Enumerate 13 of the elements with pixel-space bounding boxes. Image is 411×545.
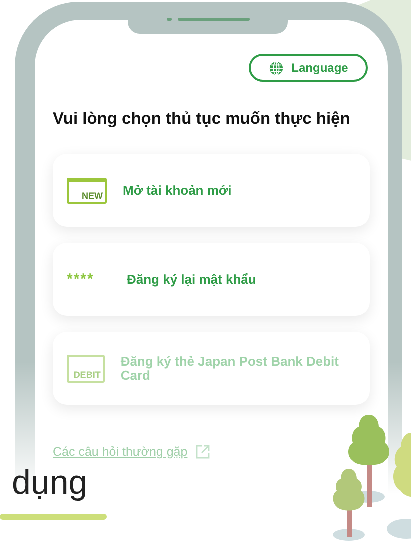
language-button[interactable]: Language	[249, 54, 368, 82]
asterisks-icon: ****	[67, 271, 111, 288]
option-card[interactable]: **** Đăng ký lại mật khẩu	[53, 243, 370, 316]
heading: Vui lòng chọn thủ tục muốn thực hiện	[53, 110, 352, 129]
card-icon: DEBIT	[67, 354, 105, 382]
option-label: Đăng ký lại mật khẩu	[127, 272, 256, 286]
external-link-icon	[196, 445, 210, 459]
option-card[interactable]: NEW Mở tài khoản mới	[53, 154, 370, 227]
caption-text: dụng	[12, 466, 88, 500]
globe-icon	[268, 60, 284, 76]
option-label: Đăng ký thẻ Japan Post Bank Debit Card	[120, 354, 340, 382]
option-label: Mở tài khoản mới	[123, 184, 232, 198]
card-icon: NEW	[67, 178, 107, 204]
